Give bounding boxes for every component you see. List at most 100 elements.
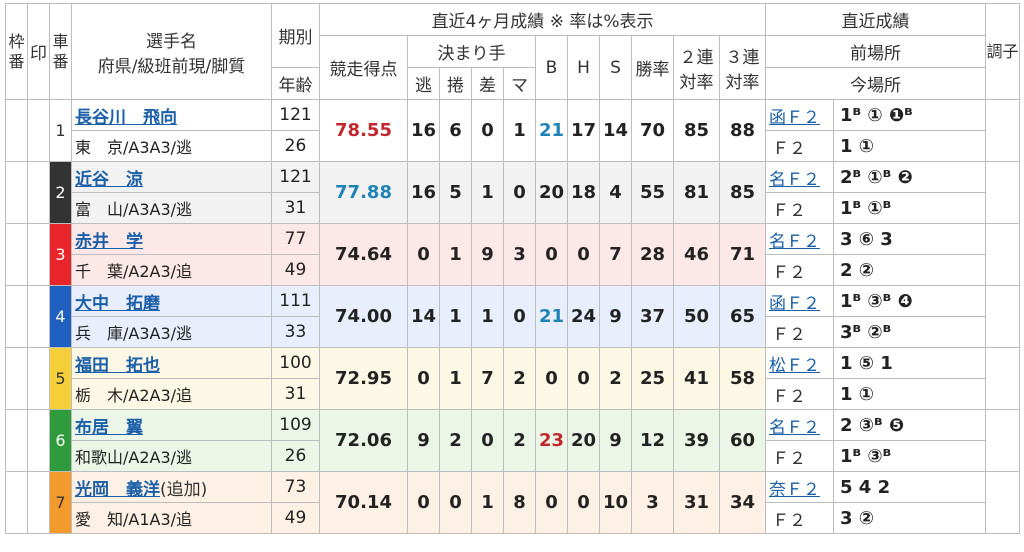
prev-venue-link[interactable]: 松Ｆ２ xyxy=(769,356,820,376)
this-results: 3 ② xyxy=(833,502,986,534)
rider-pref: 兵 庫/A3A3/逃 xyxy=(71,316,272,348)
mark-cell xyxy=(27,223,50,286)
sashi: 1 xyxy=(471,161,504,224)
this-venue-label: Ｆ２ xyxy=(772,138,806,159)
term: 111 xyxy=(271,285,320,317)
this-results: 1 ① xyxy=(833,130,986,162)
header-name: 選手名 府県/級班前現/脚質 xyxy=(71,3,272,100)
rider-row: 5 福田 拓也 100 72.95 0 1 7 2 0 0 2 25 41 58 松Ｆ２ 1 ⑤ 1 xyxy=(5,347,1020,410)
win-rate: 70 xyxy=(631,99,674,162)
win-rate: 3 xyxy=(631,471,674,534)
this-venue-cell: Ｆ２ xyxy=(765,440,834,472)
h-count: 18 xyxy=(567,161,600,224)
rider-name-link[interactable]: 光岡 義洋 xyxy=(75,480,160,500)
term: 73 xyxy=(271,471,320,503)
b-count: 21 xyxy=(535,99,568,162)
nige: 0 xyxy=(407,223,440,286)
b-count: 0 xyxy=(535,223,568,286)
mark-count: 3 xyxy=(503,223,536,286)
makuri: 6 xyxy=(439,99,472,162)
car-number: 6 xyxy=(49,409,72,472)
car-number: 7 xyxy=(49,471,72,534)
rider-name-link[interactable]: 大中 拓磨 xyxy=(75,294,160,314)
header-score: 競走得点 xyxy=(319,35,408,100)
prev-venue-link[interactable]: 名Ｆ２ xyxy=(769,232,820,252)
prev-venue-link[interactable]: 名Ｆ２ xyxy=(769,170,820,190)
ren3-rate: 34 xyxy=(719,471,766,534)
mark-count: 0 xyxy=(503,285,536,348)
score: 78.55 xyxy=(319,99,408,162)
prev-venue-link[interactable]: 奈Ｆ２ xyxy=(769,480,820,500)
prev-venue-cell: 名Ｆ２ xyxy=(765,223,834,255)
this-venue-cell: Ｆ２ xyxy=(765,316,834,348)
waku-cell xyxy=(5,285,28,348)
header-s: S xyxy=(599,35,632,100)
condition-cell xyxy=(985,285,1020,348)
prev-venue-link[interactable]: 名Ｆ２ xyxy=(769,418,820,438)
rider-pref: 栃 木/A2A3/追 xyxy=(71,378,272,410)
ren2-rate: 50 xyxy=(673,285,720,348)
b-count: 23 xyxy=(535,409,568,472)
condition-cell xyxy=(985,161,1020,224)
header-term: 期別 xyxy=(271,3,320,68)
ren3-rate: 71 xyxy=(719,223,766,286)
nige: 16 xyxy=(407,161,440,224)
rider-row: 6 布居 翼 109 72.06 9 2 0 2 23 20 9 12 39 60 名Ｆ２ 2 ③ᴮ ❺ xyxy=(5,409,1020,472)
prev-venue-link[interactable]: 函Ｆ２ xyxy=(769,108,820,128)
rider-name-cell: 近谷 涼 xyxy=(71,161,272,193)
score: 74.00 xyxy=(319,285,408,348)
condition-cell xyxy=(985,471,1020,534)
sashi: 0 xyxy=(471,409,504,472)
car-number: 4 xyxy=(49,285,72,348)
sashi: 1 xyxy=(471,471,504,534)
prev-venue-cell: 函Ｆ２ xyxy=(765,99,834,131)
rider-extra: (追加) xyxy=(160,479,208,500)
this-venue-cell: Ｆ２ xyxy=(765,378,834,410)
header-prev-venue: 前場所 xyxy=(765,35,986,68)
s-count: 14 xyxy=(599,99,632,162)
h-count: 17 xyxy=(567,99,600,162)
this-venue-label: Ｆ２ xyxy=(772,510,806,531)
rider-name-cell: 福田 拓也 xyxy=(71,347,272,379)
win-rate: 37 xyxy=(631,285,674,348)
this-results: 1 ① xyxy=(833,378,986,410)
rider-pref: 千 葉/A2A3/追 xyxy=(71,254,272,286)
rider-row: 4 大中 拓磨 111 74.00 14 1 1 0 21 24 9 37 50 65 函Ｆ２ 1ᴮ ③ᴮ ❹ xyxy=(5,285,1020,348)
header-car: 車番 xyxy=(49,3,72,100)
win-rate: 28 xyxy=(631,223,674,286)
mark-count: 0 xyxy=(503,161,536,224)
rider-name-link[interactable]: 赤井 学 xyxy=(75,232,143,252)
ren2-rate: 46 xyxy=(673,223,720,286)
nige: 14 xyxy=(407,285,440,348)
rider-row: 3 赤井 学 77 74.64 0 1 9 3 0 0 7 28 46 71 名Ｆ２ 3 ⑥ 3 xyxy=(5,223,1020,286)
win-rate: 12 xyxy=(631,409,674,472)
header-h: H xyxy=(567,35,600,100)
prev-venue-link[interactable]: 函Ｆ２ xyxy=(769,294,820,314)
mark-cell xyxy=(27,409,50,472)
ren2-rate: 85 xyxy=(673,99,720,162)
score: 72.95 xyxy=(319,347,408,410)
rider-name-link[interactable]: 長谷川 飛向 xyxy=(75,108,177,128)
makuri: 5 xyxy=(439,161,472,224)
term: 109 xyxy=(271,409,320,441)
term: 77 xyxy=(271,223,320,255)
win-rate: 25 xyxy=(631,347,674,410)
header-kimarite: 決まり手 xyxy=(407,35,536,68)
waku-cell xyxy=(5,409,28,472)
s-count: 4 xyxy=(599,161,632,224)
rider-name-link[interactable]: 近谷 涼 xyxy=(75,170,143,190)
ren2-rate: 41 xyxy=(673,347,720,410)
header-b: B xyxy=(535,35,568,100)
this-results: 1ᴮ ③ᴮ xyxy=(833,440,986,472)
this-venue-label: Ｆ２ xyxy=(772,324,806,345)
header-mark-k: マ xyxy=(503,67,536,100)
ren3-rate: 60 xyxy=(719,409,766,472)
age: 26 xyxy=(271,130,320,162)
rider-name-link[interactable]: 布居 翼 xyxy=(75,418,143,438)
header-ren3: ３連 対率 xyxy=(719,35,766,100)
prev-venue-cell: 名Ｆ２ xyxy=(765,161,834,193)
rider-row: 2 近谷 涼 121 77.88 16 5 1 0 20 18 4 55 81 85 名Ｆ２ 2ᴮ ①ᴮ ❷ xyxy=(5,161,1020,224)
header-mark: 印 xyxy=(27,3,50,100)
rider-name-link[interactable]: 福田 拓也 xyxy=(75,356,160,376)
ren2-rate: 81 xyxy=(673,161,720,224)
